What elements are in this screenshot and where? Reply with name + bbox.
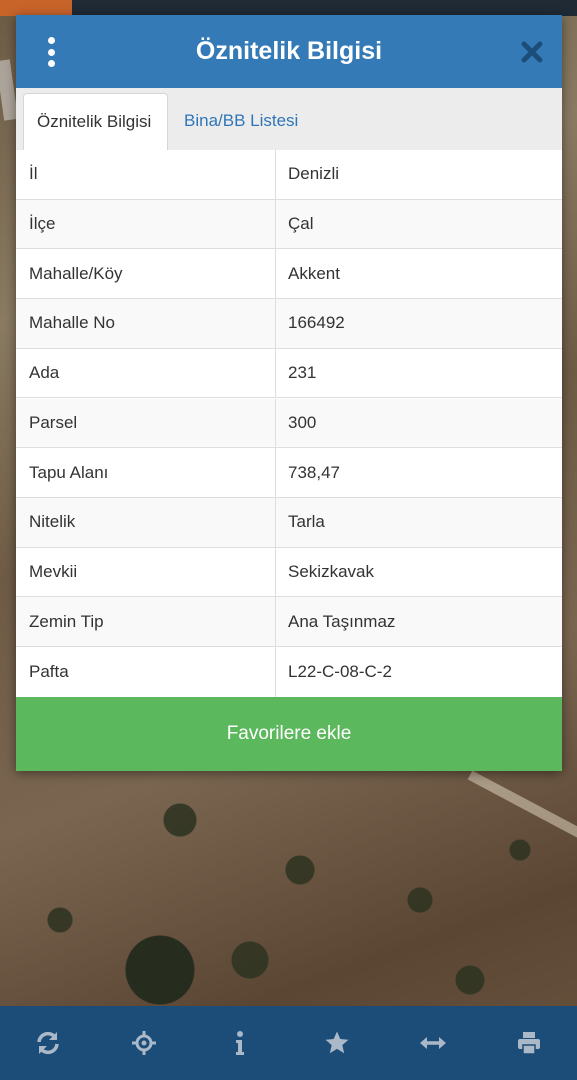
table-row: Pafta L22-C-08-C-2 <box>16 647 562 697</box>
add-to-favorites-button[interactable]: Favorilere ekle <box>16 697 562 771</box>
tab-attribute-info[interactable]: Öznitelik Bilgisi <box>23 93 168 151</box>
print-icon[interactable] <box>505 1019 553 1067</box>
attribute-value: Akkent <box>288 263 340 283</box>
table-row: Nitelik Tarla <box>16 497 562 548</box>
table-row: Mahalle No 166492 <box>16 299 562 349</box>
map-feature-orange <box>0 0 72 16</box>
tab-bar: Öznitelik Bilgisi Bina/BB Listesi <box>16 88 562 151</box>
kebab-menu-icon[interactable] <box>44 37 58 67</box>
attribute-key: Nitelik <box>29 512 76 532</box>
attribute-value: 166492 <box>288 313 345 333</box>
star-icon[interactable] <box>313 1019 361 1067</box>
attribute-value: Sekizkavak <box>288 561 374 581</box>
dialog-header: Öznitelik Bilgisi <box>16 15 562 88</box>
attribute-key: Pafta <box>29 661 69 681</box>
map-top-strip <box>0 0 577 16</box>
attribute-value: Ana Taşınmaz <box>288 611 396 631</box>
table-row: Parsel 300 <box>16 398 562 449</box>
table-row: İlçe Çal <box>16 199 562 250</box>
info-icon[interactable] <box>216 1019 264 1067</box>
table-row: Zemin Tip Ana Taşınmaz <box>16 597 562 647</box>
table-row: Tapu Alanı 738,47 <box>16 448 562 498</box>
attribute-key: İlçe <box>29 214 56 234</box>
attribute-key: Mevkii <box>29 561 78 581</box>
attribute-key: Zemin Tip <box>29 611 104 631</box>
table-row: Ada 231 <box>16 348 562 399</box>
attribute-value: Denizli <box>288 164 340 184</box>
attribute-key: Parsel <box>29 412 78 432</box>
measure-icon[interactable] <box>409 1019 457 1067</box>
refresh-icon[interactable] <box>24 1019 72 1067</box>
tab-building-list[interactable]: Bina/BB Listesi <box>171 93 311 150</box>
table-row: İl Denizli <box>16 150 562 200</box>
attribute-table: İl Denizli İlçe Çal Mahalle/Köy Akkent M… <box>16 150 562 697</box>
attribute-value: Tarla <box>288 512 325 532</box>
attribute-value: 300 <box>288 412 317 432</box>
table-row: Mahalle/Köy Akkent <box>16 249 562 300</box>
attribute-info-dialog: Öznitelik Bilgisi Öznitelik Bilgisi Bina… <box>16 15 562 771</box>
attribute-value: Çal <box>288 214 314 234</box>
attribute-value: 231 <box>288 363 317 383</box>
locate-icon[interactable] <box>120 1019 168 1067</box>
attribute-value: 738,47 <box>288 462 340 482</box>
attribute-key: Ada <box>29 363 60 383</box>
attribute-value: L22-C-08-C-2 <box>288 661 392 681</box>
attribute-key: Mahalle No <box>29 313 115 333</box>
table-row: Mevkii Sekizkavak <box>16 547 562 598</box>
attribute-key: Mahalle/Köy <box>29 263 123 283</box>
bottom-toolbar <box>0 1006 577 1080</box>
attribute-key: İl <box>29 164 38 184</box>
close-icon[interactable] <box>518 38 546 66</box>
attribute-key: Tapu Alanı <box>29 462 109 482</box>
dialog-title: Öznitelik Bilgisi <box>195 37 383 65</box>
